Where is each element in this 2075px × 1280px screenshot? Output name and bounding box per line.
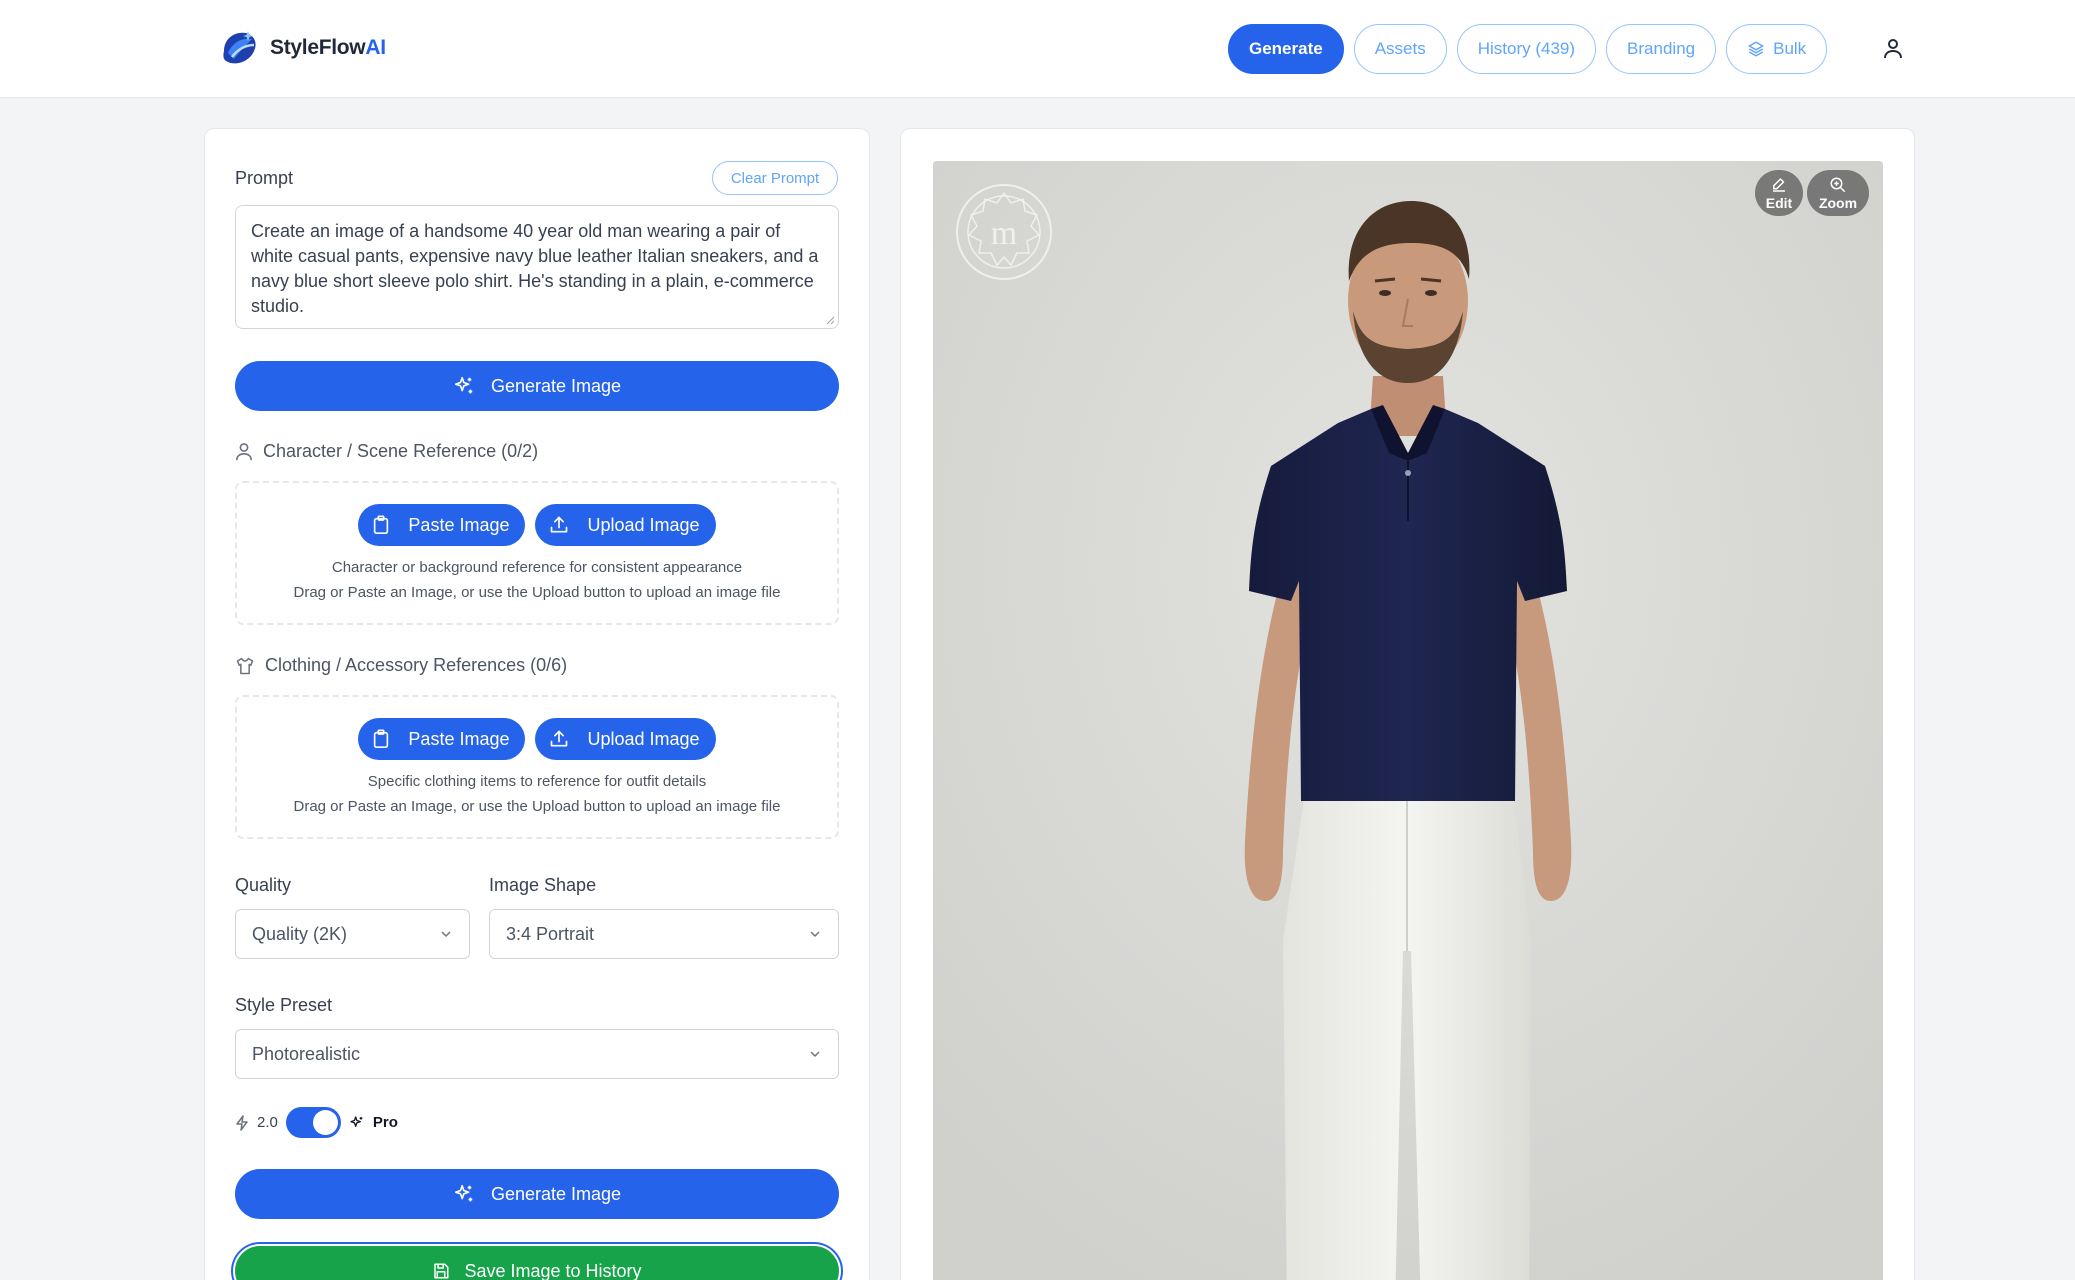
character-upload-label: Upload Image [587, 514, 700, 535]
logo-icon [223, 31, 256, 64]
top-bar: StyleFlowAI Generate Assets History (439… [0, 0, 2075, 98]
clothing-hint: Specific clothing items to reference for… [367, 773, 707, 790]
prompt-textarea[interactable]: Create an image of a handsome 40 year ol… [235, 205, 839, 329]
save-to-history-button[interactable]: Save Image to History [235, 1246, 839, 1280]
nav-bulk[interactable]: Bulk [1726, 24, 1828, 74]
clothing-upload-button[interactable]: Upload Image [535, 718, 716, 760]
model-version-toggle-row: 2.0 Pro [235, 1107, 398, 1138]
chevron-down-icon [441, 931, 451, 938]
brand-watermark-icon: m [956, 184, 1052, 280]
upload-icon [551, 516, 568, 533]
model-version-toggle[interactable] [285, 1107, 341, 1138]
clipboard-icon [374, 729, 389, 748]
clothing-paste-label: Paste Image [408, 728, 510, 749]
nav-branding[interactable]: Branding [1606, 24, 1717, 74]
image-shape-select[interactable]: 3:4 Portrait [489, 909, 839, 959]
quality-select[interactable]: Quality (2K) [235, 909, 470, 959]
generate-image-bottom-label: Generate Image [490, 1183, 622, 1204]
model-pro-label: Pro [372, 1114, 398, 1131]
model-standard-label: 2.0 [257, 1114, 278, 1131]
generated-image[interactable]: m Edit Zoom [933, 161, 1883, 1280]
toggle-knob [312, 1110, 338, 1135]
app-logo[interactable]: StyleFlowAI [218, 27, 386, 69]
style-preset-select[interactable]: Photorealistic [235, 1029, 839, 1079]
style-preset-label: Style Preset [235, 995, 333, 1015]
character-drag-hint: Drag or Paste an Image, or use the Uploa… [293, 584, 781, 601]
generate-image-label: Generate Image [490, 375, 622, 396]
character-paste-button[interactable]: Paste Image [358, 504, 526, 546]
generation-form: Prompt Clear Prompt Create an image of a… [204, 128, 870, 1280]
user-icon [235, 442, 253, 460]
character-drop-zone[interactable]: Paste Image Upload Image Character or ba… [235, 481, 839, 625]
sparkles-icon [454, 1184, 473, 1202]
zoom-image-button[interactable]: Zoom [1807, 170, 1869, 216]
upload-icon [551, 730, 568, 747]
resize-grip-icon[interactable] [825, 315, 835, 325]
nav-history[interactable]: History (439) [1456, 24, 1597, 74]
clothing-upload-label: Upload Image [587, 728, 700, 749]
clothing-paste-button[interactable]: Paste Image [358, 718, 526, 760]
character-paste-label: Paste Image [408, 514, 510, 535]
edit-icon [1773, 177, 1785, 192]
sparkles-icon [350, 1115, 363, 1127]
shirt-icon [236, 657, 254, 674]
zoom-label: Zoom [1818, 194, 1858, 211]
clothing-drop-zone[interactable]: Paste Image Upload Image Specific clothi… [235, 695, 839, 839]
sparkles-icon [454, 376, 473, 394]
chevron-down-icon [810, 1051, 820, 1058]
nav-generate[interactable]: Generate [1228, 24, 1344, 74]
nav-history-label: History (439) [1477, 39, 1576, 58]
edit-label: Edit [1765, 194, 1793, 211]
clipboard-icon [374, 515, 389, 534]
save-to-history-label: Save Image to History [464, 1260, 642, 1280]
nav-assets-label: Assets [1374, 39, 1426, 58]
generate-image-button-bottom[interactable]: Generate Image [235, 1169, 839, 1219]
edit-image-button[interactable]: Edit [1755, 170, 1803, 216]
main-nav: Generate Assets History (439) Branding B… [1228, 24, 1828, 74]
quality-label: Quality [235, 875, 292, 895]
image-shape-label: Image Shape [489, 875, 597, 895]
zoom-in-icon [1830, 177, 1846, 192]
character-hint: Character or background reference for co… [331, 559, 743, 576]
style-preset-value: Photorealistic [252, 1043, 361, 1064]
save-icon [434, 1263, 449, 1279]
image-shape-value: 3:4 Portrait [506, 923, 595, 944]
prompt-label: Prompt [235, 168, 294, 188]
layers-icon [1748, 41, 1764, 57]
user-icon[interactable] [1883, 38, 1903, 60]
clothing-reference-label: Clothing / Accessory References (0/6) [265, 655, 568, 675]
chevron-down-icon [810, 931, 820, 938]
clothing-drag-hint: Drag or Paste an Image, or use the Uploa… [293, 798, 781, 815]
nav-assets[interactable]: Assets [1353, 24, 1447, 74]
clothing-reference-title: Clothing / Accessory References (0/6) [235, 655, 567, 676]
clear-prompt-button[interactable]: Clear Prompt [712, 161, 838, 195]
generate-image-button[interactable]: Generate Image [235, 361, 839, 411]
zap-icon [236, 1114, 248, 1131]
generated-model-photo [933, 161, 1883, 1280]
nav-branding-label: Branding [1627, 39, 1696, 58]
character-reference-title: Character / Scene Reference (0/2) [235, 441, 538, 462]
app-name: StyleFlowAI [270, 36, 386, 59]
nav-bulk-label: Bulk [1773, 39, 1807, 58]
watermark-letter: m [991, 215, 1017, 252]
character-upload-button[interactable]: Upload Image [535, 504, 716, 546]
quality-value: Quality (2K) [252, 923, 348, 944]
character-reference-label: Character / Scene Reference (0/2) [263, 441, 539, 461]
preview-panel: m Edit Zoom [900, 128, 1915, 1280]
prompt-text: Create an image of a handsome 40 year ol… [251, 221, 819, 316]
nav-generate-label: Generate [1249, 39, 1323, 58]
